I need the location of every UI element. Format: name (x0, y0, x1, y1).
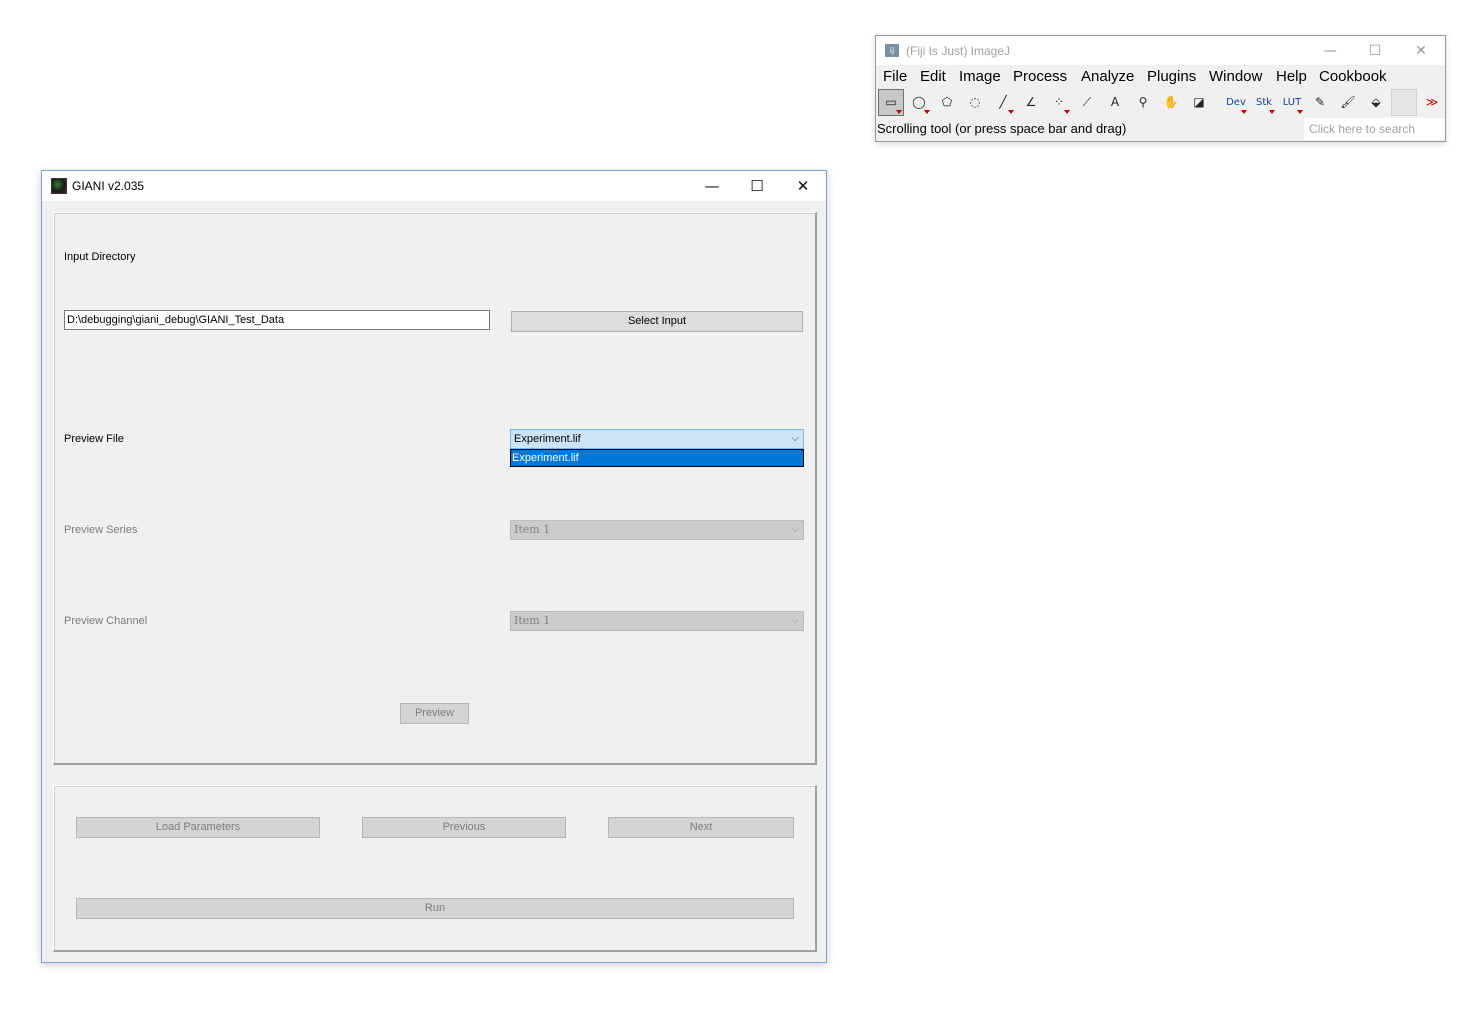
preview-channel-select[interactable]: Item 1 ⌵ (510, 611, 804, 631)
empty-tool-slot-icon[interactable] (1391, 89, 1417, 116)
menu-help[interactable]: Help (1276, 68, 1307, 85)
stk-tool-icon[interactable]: Stk (1251, 89, 1277, 116)
menu-image[interactable]: Image (959, 68, 1001, 85)
preview-button[interactable]: Preview (400, 703, 469, 724)
search-input[interactable]: Click here to search (1304, 118, 1445, 140)
text-tool-icon[interactable]: A (1102, 89, 1128, 116)
freehand-tool-icon[interactable]: ◌ (962, 89, 988, 116)
angle-tool-icon[interactable]: ∠ (1018, 89, 1044, 116)
point-tool-icon[interactable]: ⁘ (1046, 89, 1072, 116)
dev-tool-icon[interactable]: Dev (1223, 89, 1249, 116)
preview-series-value: Item 1 (514, 523, 551, 536)
status-text: Scrolling tool (or press space bar and d… (877, 121, 1127, 136)
previous-button[interactable]: Previous (362, 817, 566, 838)
menu-plugins[interactable]: Plugins (1147, 68, 1196, 85)
tool-menu-indicator-icon (1241, 110, 1247, 114)
chevron-down-icon: ⌵ (791, 615, 799, 626)
tool-menu-indicator-icon (1008, 110, 1014, 114)
tool-menu-indicator-icon (1269, 110, 1275, 114)
input-directory-field[interactable]: D:\debugging\giani_debug\GIANI_Test_Data (64, 310, 490, 330)
menu-analyze[interactable]: Analyze (1081, 68, 1134, 85)
giani-window-title: GIANI v2.035 (72, 179, 145, 193)
tool-menu-indicator-icon (1064, 110, 1070, 114)
menu-cookbook[interactable]: Cookbook (1319, 68, 1387, 85)
wand-tool-icon[interactable]: ⟋ (1074, 89, 1100, 116)
lut-tool-icon[interactable]: LUT (1279, 89, 1305, 116)
preview-file-label: Preview File (64, 433, 124, 445)
preview-channel-value: Item 1 (514, 614, 551, 627)
menu-edit[interactable]: Edit (920, 68, 946, 85)
maximize-icon[interactable]: ☐ (1355, 39, 1395, 63)
rectangle-tool-icon[interactable]: ▭ (878, 89, 904, 116)
flood-fill-tool-icon[interactable]: ⬙ (1363, 89, 1389, 116)
close-icon[interactable]: ✕ (1401, 39, 1441, 63)
preview-file-option[interactable]: Experiment.lif (510, 449, 804, 467)
minimize-icon[interactable]: — (690, 174, 734, 198)
minimize-icon[interactable]: — (1310, 39, 1350, 63)
oval-tool-icon[interactable]: ◯ (906, 89, 932, 116)
menu-window[interactable]: Window (1209, 68, 1262, 85)
close-icon[interactable]: ✕ (781, 174, 825, 198)
tool-menu-indicator-icon (924, 110, 930, 114)
chevron-down-icon: ⌵ (791, 433, 799, 444)
imagej-app-icon: ij (885, 44, 899, 57)
polygon-tool-icon[interactable]: ⬠ (934, 89, 960, 116)
load-parameters-button[interactable]: Load Parameters (76, 817, 320, 838)
brush-tool-icon[interactable]: 🖌 (1335, 89, 1361, 116)
giani-window: GIANI v2.035 — ☐ ✕ Input Directory D:\de… (41, 170, 827, 963)
input-panel: Input Directory D:\debugging\giani_debug… (53, 212, 817, 765)
giani-app-icon (51, 178, 67, 194)
hand-tool-icon[interactable]: ✋ (1158, 89, 1184, 116)
next-button[interactable]: Next (608, 817, 794, 838)
line-tool-icon[interactable]: ╱ (990, 89, 1016, 116)
tool-menu-indicator-icon (1297, 110, 1303, 114)
more-tools-icon[interactable]: ≫ (1419, 89, 1445, 116)
navigation-panel: Load Parameters Previous Next Run (53, 785, 817, 952)
imagej-menubar: File Edit Image Process Analyze Plugins … (876, 66, 1445, 88)
magnifier-tool-icon[interactable]: ⚲ (1130, 89, 1156, 116)
preview-series-label: Preview Series (64, 524, 138, 536)
imagej-window: ij (Fiji Is Just) ImageJ — ☐ ✕ File Edit… (875, 35, 1446, 142)
tool-menu-indicator-icon (896, 110, 902, 114)
menu-process[interactable]: Process (1013, 68, 1067, 85)
preview-series-select[interactable]: Item 1 ⌵ (510, 520, 804, 540)
pencil-tool-icon[interactable]: ✎ (1307, 89, 1333, 116)
imagej-window-title: (Fiji Is Just) ImageJ (906, 44, 1011, 58)
color-picker-tool-icon[interactable]: ◪ (1186, 89, 1212, 116)
run-button[interactable]: Run (76, 898, 794, 919)
maximize-icon[interactable]: ☐ (735, 174, 779, 198)
input-directory-label: Input Directory (64, 251, 136, 263)
preview-channel-label: Preview Channel (64, 615, 148, 627)
preview-file-select[interactable]: Experiment.lif ⌵ (510, 429, 804, 449)
giani-titlebar[interactable]: GIANI v2.035 — ☐ ✕ (42, 171, 826, 201)
imagej-toolbar: ▭ ◯ ⬠ ◌ ╱ ∠ ⁘ ⟋ A ⚲ ✋ ◪ Dev Stk LUT ✎ 🖌 ⬙ ≫ (876, 88, 1445, 118)
chevron-down-icon: ⌵ (791, 524, 799, 535)
menu-file[interactable]: File (883, 68, 907, 85)
select-input-button[interactable]: Select Input (511, 311, 803, 332)
preview-file-value: Experiment.lif (514, 433, 581, 445)
imagej-titlebar[interactable]: ij (Fiji Is Just) ImageJ — ☐ ✕ (876, 36, 1445, 65)
